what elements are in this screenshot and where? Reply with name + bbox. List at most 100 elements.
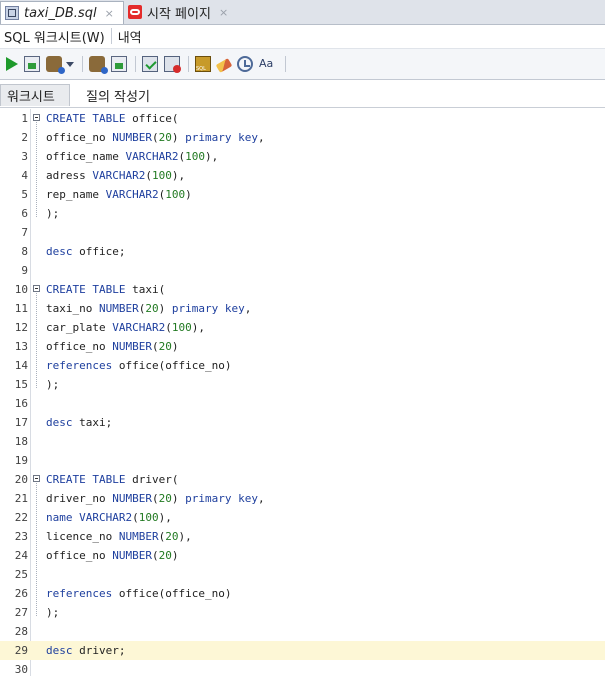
line-number: 24 (14, 549, 28, 562)
menu-history[interactable]: 내역 (114, 27, 146, 46)
code-token: desc (46, 644, 73, 657)
sql-tuning-icon[interactable] (195, 56, 211, 72)
code-line[interactable]: 19 (0, 451, 605, 470)
code-line[interactable]: 6); (0, 204, 605, 223)
code-token: NUMBER (112, 492, 152, 505)
tab-query-builder[interactable]: 질의 작성기 (80, 84, 156, 106)
code-line[interactable]: 13 office_no NUMBER(20) (0, 337, 605, 356)
code-line[interactable]: 30 (0, 660, 605, 679)
code-token: , (244, 302, 252, 315)
code-line[interactable]: 11 taxi_no NUMBER(20) primary key, (0, 299, 605, 318)
history-icon[interactable] (237, 56, 253, 72)
code-token: 20 (165, 530, 179, 543)
code-text: CREATE TABLE driver( (46, 470, 178, 489)
code-line[interactable]: 17 desc taxi; (0, 413, 605, 432)
toolbar-divider (82, 56, 83, 72)
close-icon[interactable]: × (105, 7, 114, 20)
eraser-icon[interactable] (215, 58, 233, 73)
code-text: references office(office_no) (46, 584, 231, 603)
code-token: CREATE TABLE (46, 283, 126, 296)
code-token: 20 (158, 492, 172, 505)
code-line[interactable]: 25 (0, 565, 605, 584)
tab-worksheet[interactable]: 워크시트 (0, 84, 70, 106)
code-token: ) (171, 131, 186, 144)
editor-tab-bar: taxi_DB.sql × 시작 페이지 × (0, 0, 605, 25)
run-script-icon[interactable] (24, 56, 40, 72)
connection-icon[interactable] (46, 56, 65, 74)
code-line[interactable]: 14 references office(office_no) (0, 356, 605, 375)
code-text: name VARCHAR2(100), (46, 508, 172, 527)
menu-sql-worksheet[interactable]: SQL 워크시트(W) (0, 27, 109, 46)
code-token: primary key (185, 492, 258, 505)
line-number: 27 (14, 606, 28, 619)
code-line[interactable]: 18 (0, 432, 605, 451)
line-number: 15 (14, 378, 28, 391)
code-line[interactable]: 12 car_plate VARCHAR2(100), (0, 318, 605, 337)
code-line[interactable]: 27); (0, 603, 605, 622)
code-line[interactable]: 9 (0, 261, 605, 280)
sql-editor[interactable]: 1 CREATE TABLE office(2 office_no NUMBER(2… (0, 109, 605, 676)
code-line[interactable]: 15); (0, 375, 605, 394)
code-line[interactable]: 2 office_no NUMBER(20) primary key, (0, 128, 605, 147)
line-number: 26 (14, 587, 28, 600)
code-token: primary key (171, 302, 245, 315)
code-token: NUMBER (118, 530, 159, 543)
collapse-icon[interactable] (33, 475, 40, 482)
code-token: VARCHAR2 (92, 169, 146, 182)
code-token: ) (158, 302, 172, 315)
code-line[interactable]: 21 driver_no NUMBER(20) primary key, (0, 489, 605, 508)
code-text: ); (46, 603, 59, 622)
code-text: desc driver; (46, 641, 125, 660)
commit-icon[interactable] (142, 56, 158, 72)
code-token: NUMBER (112, 131, 152, 144)
code-text: adress VARCHAR2(100), (46, 166, 185, 185)
code-token: ), (158, 511, 172, 524)
fold-guide (36, 122, 38, 217)
code-line[interactable]: 26 references office(office_no) (0, 584, 605, 603)
code-line[interactable]: 16 (0, 394, 605, 413)
code-token: 100 (171, 321, 192, 334)
code-line[interactable]: 7 (0, 223, 605, 242)
code-token: ( (165, 321, 172, 334)
code-token: 100 (138, 511, 159, 524)
line-number: 14 (14, 359, 28, 372)
line-number: 4 (21, 169, 28, 182)
code-token: CREATE TABLE (46, 112, 126, 125)
code-line[interactable]: 8 desc office; (0, 242, 605, 261)
code-line[interactable]: 1 CREATE TABLE office( (0, 109, 605, 128)
code-line[interactable]: 10 CREATE TABLE taxi( (0, 280, 605, 299)
text-case-icon[interactable]: Aa (259, 56, 277, 72)
code-line[interactable]: 29 desc driver; (0, 641, 605, 660)
code-line[interactable]: 23 licence_no NUMBER(20), (0, 527, 605, 546)
line-number: 28 (14, 625, 28, 638)
run-statement-icon[interactable] (6, 57, 18, 71)
collapse-icon[interactable] (33, 114, 40, 121)
code-token: references (46, 587, 113, 600)
code-line[interactable]: 3 office_name VARCHAR2(100), (0, 147, 605, 166)
rollback-icon[interactable] (164, 56, 181, 73)
autotrace-icon[interactable] (111, 56, 127, 72)
tab-start-page[interactable]: 시작 페이지 × (124, 1, 244, 23)
line-number: 7 (21, 226, 28, 239)
code-line[interactable]: 22 name VARCHAR2(100), (0, 508, 605, 527)
code-line[interactable]: 4 adress VARCHAR2(100), (0, 166, 605, 185)
code-token: ( (151, 340, 159, 353)
code-token: 20 (158, 340, 172, 353)
close-icon[interactable]: × (219, 6, 228, 19)
code-token: NUMBER (98, 302, 139, 315)
chevron-down-icon[interactable] (66, 61, 74, 67)
code-line[interactable]: 20 CREATE TABLE driver( (0, 470, 605, 489)
code-line[interactable]: 24 office_no NUMBER(20) (0, 546, 605, 565)
code-line[interactable]: 28 (0, 622, 605, 641)
code-token: ); (46, 207, 60, 220)
collapse-icon[interactable] (33, 285, 40, 292)
code-token: ( (151, 549, 159, 562)
line-number: 1 (21, 112, 28, 125)
explain-plan-icon[interactable] (89, 56, 108, 74)
code-token: 100 (185, 150, 205, 163)
line-number: 6 (21, 207, 28, 220)
code-line[interactable]: 5 rep_name VARCHAR2(100) (0, 185, 605, 204)
code-token: ) (171, 549, 179, 562)
code-token: licence_no (46, 530, 119, 543)
tab-taxi-db-sql[interactable]: taxi_DB.sql × (0, 1, 124, 24)
